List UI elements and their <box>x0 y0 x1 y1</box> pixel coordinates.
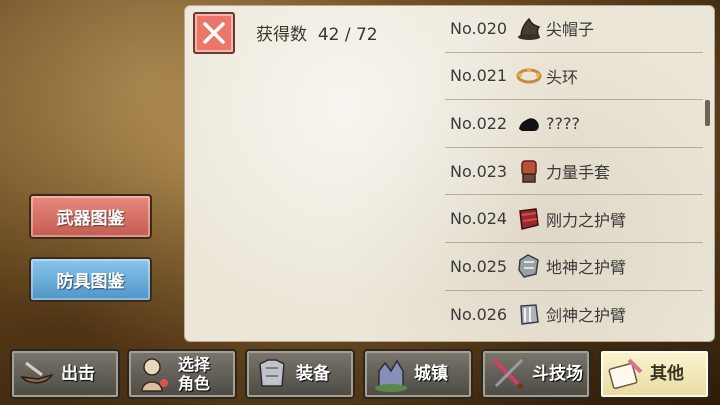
item-number: No.022 <box>450 113 508 133</box>
item-number: No.021 <box>450 66 508 86</box>
sword-god-bracer-icon <box>514 299 544 329</box>
tab-label: 城镇 <box>414 363 448 384</box>
tab-label-line1: 选择 <box>178 355 211 374</box>
tab-select-character[interactable]: 选择 角色 <box>127 349 237 399</box>
crossed-swords-icon <box>488 354 528 394</box>
tab-other[interactable]: 其他 <box>599 349 710 399</box>
strength-bracer-icon <box>514 204 544 234</box>
list-item[interactable]: No.025 地神之护臂 <box>445 243 703 291</box>
item-name: 剑神之护臂 <box>546 306 627 326</box>
item-name: 地神之护臂 <box>546 258 627 278</box>
close-button[interactable] <box>193 12 235 54</box>
list-item[interactable]: No.022 ???? <box>445 100 703 148</box>
tab-arena[interactable]: 斗技场 <box>481 349 591 399</box>
obtained-count-value: 42 / 72 <box>317 25 378 45</box>
list-item[interactable]: No.024 刚力之护臂 <box>445 195 703 243</box>
armor-list: No.020 尖帽子 No.021 头环 No.022 ???? No.023 … <box>445 5 703 338</box>
earth-god-bracer-icon <box>514 251 544 281</box>
list-item[interactable]: No.021 头环 <box>445 53 703 101</box>
ship-icon <box>17 354 57 394</box>
item-number: No.025 <box>450 256 508 276</box>
item-name: 力量手套 <box>546 163 611 183</box>
unknown-silhouette-icon <box>514 108 544 138</box>
item-name: 头环 <box>546 67 579 87</box>
item-number: No.024 <box>450 209 508 229</box>
close-icon <box>203 22 225 44</box>
castle-icon <box>370 354 410 394</box>
armor-icon <box>252 354 292 394</box>
pointed-hat-icon <box>514 13 544 43</box>
list-item[interactable]: No.020 尖帽子 <box>445 5 703 53</box>
list-item[interactable]: No.023 力量手套 <box>445 148 703 196</box>
scroll-quill-icon <box>606 354 646 394</box>
tab-label: 选择 角色 <box>178 355 210 393</box>
circlet-icon <box>514 61 544 91</box>
weapon-encyclopedia-button[interactable]: 武器图鉴 <box>29 194 152 239</box>
item-name: ???? <box>546 113 580 133</box>
item-name: 刚力之护臂 <box>546 210 627 230</box>
tab-label: 斗技场 <box>532 363 583 384</box>
tab-equipment[interactable]: 装备 <box>245 349 355 399</box>
tab-label: 出击 <box>61 363 95 384</box>
power-glove-icon <box>514 156 544 186</box>
tab-town[interactable]: 城镇 <box>363 349 473 399</box>
tab-label: 装备 <box>296 363 330 384</box>
tab-sortie[interactable]: 出击 <box>10 349 120 399</box>
item-number: No.026 <box>450 304 508 324</box>
list-scrollbar[interactable] <box>705 100 710 126</box>
list-item[interactable]: No.026 剑神之护臂 <box>445 291 703 339</box>
armor-encyclopedia-button[interactable]: 防具图鉴 <box>29 257 152 302</box>
item-number: No.023 <box>450 161 508 181</box>
tab-label-line2: 角色 <box>178 374 211 393</box>
character-icon <box>134 354 174 394</box>
tab-label: 其他 <box>650 363 684 384</box>
obtained-count-label: 获得数 <box>256 25 307 45</box>
obtained-count: 获得数 42 / 72 <box>256 20 378 45</box>
item-number: No.020 <box>450 18 508 38</box>
item-name: 尖帽子 <box>546 20 595 40</box>
